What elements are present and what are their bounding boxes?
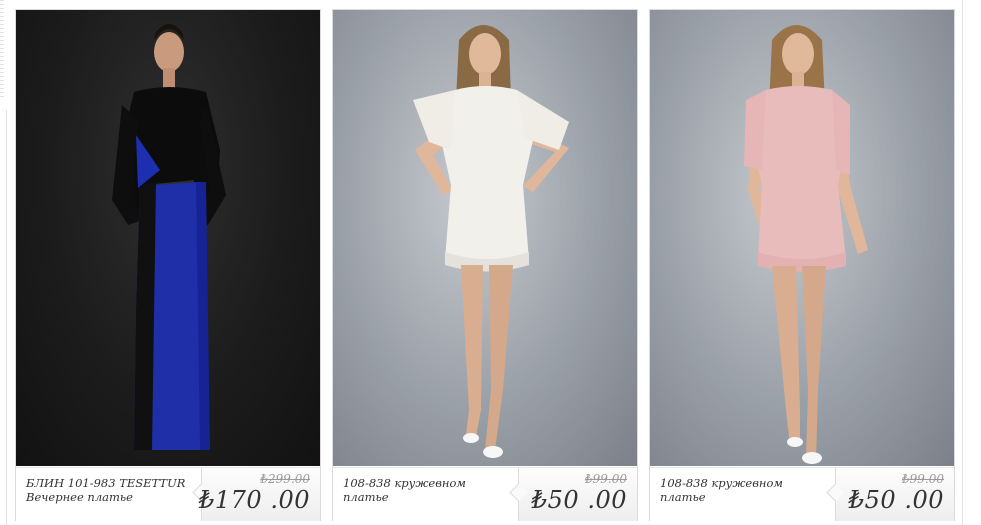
model-figure bbox=[112, 24, 226, 450]
product-info: БЛИН 101-983 TESETTUR Вечернее платье ₺2… bbox=[16, 467, 320, 521]
right-divider bbox=[962, 0, 963, 525]
model-figure bbox=[413, 25, 569, 458]
old-price: ₺99.00 bbox=[902, 472, 944, 486]
product-info: 108-838 кружевном платье ₺99.00 ₺50 .00 bbox=[650, 467, 954, 521]
price-box: ₺99.00 ₺50 .00 bbox=[518, 468, 637, 521]
product-image[interactable] bbox=[333, 10, 637, 466]
price-box: ₺99.00 ₺50 .00 bbox=[835, 468, 954, 521]
product-card[interactable]: БЛИН 101-983 TESETTUR Вечернее платье ₺2… bbox=[15, 9, 321, 521]
product-name-line[interactable]: БЛИН 101-983 TESETTUR bbox=[26, 476, 196, 490]
product-name-line[interactable]: 108-838 кружевном bbox=[343, 476, 513, 490]
price-box: ₺299.00 ₺170 .00 bbox=[199, 468, 320, 521]
product-name[interactable]: БЛИН 101-983 TESETTUR Вечернее платье bbox=[26, 476, 196, 504]
product-name-line[interactable]: 108-838 кружевном bbox=[660, 476, 830, 490]
page-edge-marks bbox=[0, 0, 4, 100]
sale-price: ₺50 .00 bbox=[531, 486, 627, 514]
left-divider bbox=[6, 110, 7, 525]
sale-price: ₺170 .00 bbox=[199, 486, 310, 514]
product-image[interactable] bbox=[16, 10, 320, 466]
sale-price: ₺50 .00 bbox=[848, 486, 944, 514]
model-figure bbox=[744, 25, 868, 464]
old-price: ₺299.00 bbox=[260, 472, 310, 486]
product-name[interactable]: 108-838 кружевном платье bbox=[660, 476, 830, 504]
product-info: 108-838 кружевном платье ₺99.00 ₺50 .00 bbox=[333, 467, 637, 521]
product-name-line[interactable]: платье bbox=[343, 490, 513, 504]
old-price: ₺99.00 bbox=[585, 472, 627, 486]
product-card[interactable]: 108-838 кружевном платье ₺99.00 ₺50 .00 bbox=[332, 9, 638, 521]
product-name-line[interactable]: Вечернее платье bbox=[26, 490, 196, 504]
product-name[interactable]: 108-838 кружевном платье bbox=[343, 476, 513, 504]
product-image[interactable] bbox=[650, 10, 954, 466]
product-card[interactable]: 108-838 кружевном платье ₺99.00 ₺50 .00 bbox=[649, 9, 955, 521]
product-name-line[interactable]: платье bbox=[660, 490, 830, 504]
